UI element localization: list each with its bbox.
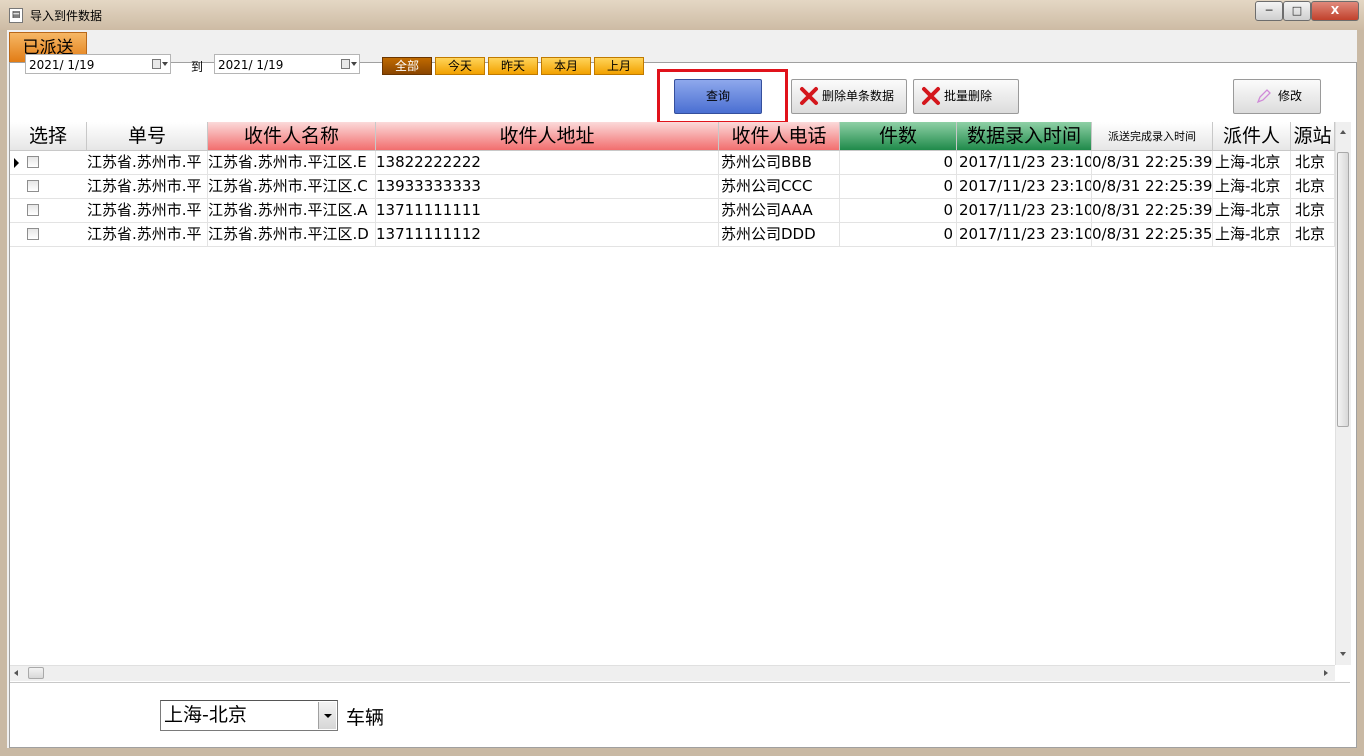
column-header-courier[interactable]: 派件人 (1213, 122, 1291, 151)
cell-recipient-address: 13711111112 (376, 223, 719, 247)
batch-delete-button[interactable]: 批量删除 (913, 79, 1019, 114)
cell-order-no: 江苏省.苏州市.平 (87, 199, 208, 223)
row-checkbox[interactable] (27, 156, 39, 168)
cell-delivery-time: 0/8/31 22:25:39 (1092, 199, 1213, 223)
cell-delivery-time: 0/8/31 22:25:39 (1092, 151, 1213, 175)
table-row[interactable]: 江苏省.苏州市.平 江苏省.苏州市.平江区.A 13711111111 苏州公司… (10, 199, 1335, 223)
cell-source-station: 北京 (1291, 175, 1335, 199)
filter-yesterday-button[interactable]: 昨天 (488, 57, 538, 75)
cell-recipient-address: 13822222222 (376, 151, 719, 175)
cell-piece-count: 0 (840, 175, 957, 199)
cell-piece-count: 0 (840, 199, 957, 223)
horizontal-scrollbar[interactable] (10, 665, 1335, 681)
column-header-recipient-name[interactable]: 收件人名称 (208, 122, 376, 151)
close-button[interactable]: X (1311, 1, 1359, 21)
cell-recipient-name: 江苏省.苏州市.平江区.A (208, 199, 376, 223)
cell-courier: 上海-北京 (1213, 151, 1291, 175)
filter-this-month-button[interactable]: 本月 (541, 57, 591, 75)
cell-recipient-name: 江苏省.苏州市.平江区.E (208, 151, 376, 175)
cell-piece-count: 0 (840, 151, 957, 175)
scroll-left-icon[interactable] (14, 670, 18, 676)
cell-delivery-time: 0/8/31 22:25:39 (1092, 175, 1213, 199)
delete-x-icon (800, 87, 818, 105)
delete-single-label: 删除单条数据 (822, 89, 895, 103)
data-grid[interactable]: 选择 单号 收件人名称 收件人地址 收件人电话 件数 数据录入时间 派送完成录入… (10, 122, 1335, 665)
to-label: 到 (191, 60, 204, 74)
batch-delete-label: 批量删除 (944, 89, 993, 103)
cell-source-station: 北京 (1291, 199, 1335, 223)
delete-single-button[interactable]: 删除单条数据 (791, 79, 907, 114)
cell-recipient-address: 13933333333 (376, 175, 719, 199)
cell-recipient-address: 13711111111 (376, 199, 719, 223)
route-select-value: 上海-北京 (164, 704, 247, 726)
cell-entry-time: 2017/11/23 23:10 (957, 175, 1092, 199)
query-button[interactable]: 查询 (674, 79, 762, 114)
scroll-down-icon[interactable] (1340, 652, 1346, 656)
row-checkbox[interactable] (27, 228, 39, 240)
table-row[interactable]: 江苏省.苏州市.平 江苏省.苏州市.平江区.E 13822222222 苏州公司… (10, 151, 1335, 175)
cell-courier: 上海-北京 (1213, 175, 1291, 199)
cell-recipient-name: 江苏省.苏州市.平江区.C (208, 175, 376, 199)
divider (10, 682, 1350, 683)
column-header-recipient-address[interactable]: 收件人地址 (376, 122, 719, 151)
date-to-value: 2021/ 1/19 (218, 58, 284, 72)
window-title: 导入到件数据 (30, 9, 103, 23)
column-header-select[interactable]: 选择 (10, 122, 87, 151)
cell-recipient-phone: 苏州公司AAA (719, 199, 840, 223)
column-header-order-no[interactable]: 单号 (87, 122, 208, 151)
cell-order-no: 江苏省.苏州市.平 (87, 151, 208, 175)
column-header-piece-count[interactable]: 件数 (840, 122, 957, 151)
edit-label: 修改 (1278, 89, 1303, 103)
pencil-icon (1256, 89, 1271, 104)
route-select[interactable]: 上海-北京 (160, 700, 338, 731)
maximize-button[interactable]: □ (1283, 1, 1311, 21)
filter-all-button[interactable]: 全部 (382, 57, 432, 75)
cell-entry-time: 2017/11/23 23:10 (957, 151, 1092, 175)
calendar-dropdown-icon[interactable] (341, 59, 357, 70)
date-from-value: 2021/ 1/19 (29, 58, 95, 72)
minimize-button[interactable]: ─ (1255, 1, 1283, 21)
title-bar: ▤ 导入到件数据 ─ □ X (0, 0, 1364, 30)
chevron-down-icon[interactable] (318, 702, 336, 729)
column-header-delivery-time[interactable]: 派送完成录入时间 (1092, 122, 1213, 151)
cell-recipient-phone: 苏州公司DDD (719, 223, 840, 247)
cell-order-no: 江苏省.苏州市.平 (87, 175, 208, 199)
cell-source-station: 北京 (1291, 223, 1335, 247)
filter-today-button[interactable]: 今天 (435, 57, 485, 75)
cell-recipient-name: 江苏省.苏州市.平江区.D (208, 223, 376, 247)
column-header-recipient-phone[interactable]: 收件人电话 (719, 122, 840, 151)
vehicle-label: 车辆 (346, 707, 385, 729)
column-header-entry-time[interactable]: 数据录入时间 (957, 122, 1092, 151)
table-row[interactable]: 江苏省.苏州市.平 江苏省.苏州市.平江区.C 13933333333 苏州公司… (10, 175, 1335, 199)
row-checkbox[interactable] (27, 180, 39, 192)
filter-last-month-button[interactable]: 上月 (594, 57, 644, 75)
edit-button[interactable]: 修改 (1233, 79, 1321, 114)
cell-piece-count: 0 (840, 223, 957, 247)
cell-courier: 上海-北京 (1213, 223, 1291, 247)
cell-delivery-time: 0/8/31 22:25:35 (1092, 223, 1213, 247)
cell-source-station: 北京 (1291, 151, 1335, 175)
current-row-indicator-icon (14, 158, 19, 168)
row-checkbox[interactable] (27, 204, 39, 216)
vertical-scroll-thumb[interactable] (1337, 152, 1349, 427)
calendar-dropdown-icon[interactable] (152, 59, 168, 70)
horizontal-scroll-thumb[interactable] (28, 667, 44, 679)
cell-order-no: 江苏省.苏州市.平 (87, 223, 208, 247)
cell-recipient-phone: 苏州公司BBB (719, 151, 840, 175)
cell-entry-time: 2017/11/23 23:10 (957, 223, 1092, 247)
scroll-right-icon[interactable] (1324, 670, 1328, 676)
cell-recipient-phone: 苏州公司CCC (719, 175, 840, 199)
date-from-picker[interactable]: 2021/ 1/19 (25, 54, 171, 74)
cell-courier: 上海-北京 (1213, 199, 1291, 223)
scroll-up-icon[interactable] (1340, 130, 1346, 134)
date-to-picker[interactable]: 2021/ 1/19 (214, 54, 360, 74)
cell-entry-time: 2017/11/23 23:10 (957, 199, 1092, 223)
column-header-source-station[interactable]: 源站 (1291, 122, 1335, 151)
vertical-scrollbar[interactable] (1335, 122, 1351, 665)
app-icon: ▤ (9, 8, 23, 23)
table-row[interactable]: 江苏省.苏州市.平 江苏省.苏州市.平江区.D 13711111112 苏州公司… (10, 223, 1335, 247)
delete-x-icon (922, 87, 940, 105)
